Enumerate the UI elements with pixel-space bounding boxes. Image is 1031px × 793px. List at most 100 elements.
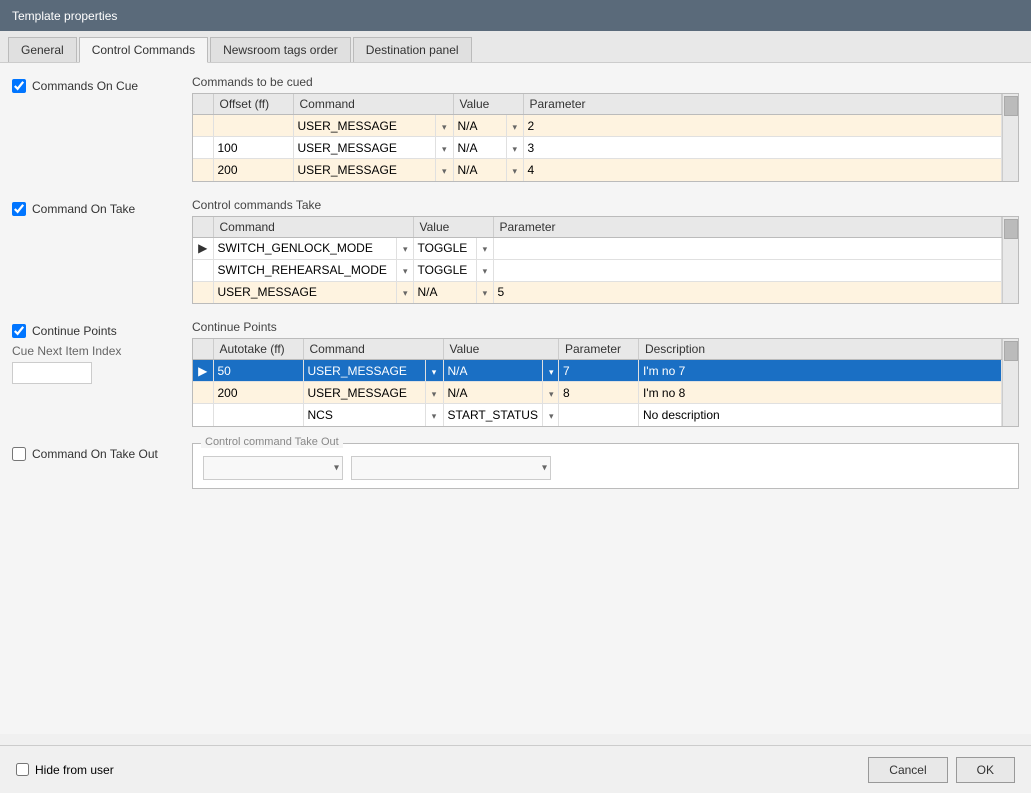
command-on-take-scrollbar[interactable] bbox=[1002, 217, 1018, 304]
col-indicator-take bbox=[193, 217, 213, 238]
cell-parameter[interactable]: 2 bbox=[523, 115, 1002, 137]
cell-description[interactable]: I'm no 8 bbox=[638, 382, 1001, 404]
row-indicator bbox=[193, 115, 213, 137]
cue-next-item-label: Cue Next Item Index bbox=[12, 344, 192, 358]
cell-parameter[interactable]: 7 bbox=[558, 360, 638, 382]
scrollbar-thumb bbox=[1004, 96, 1018, 116]
col-autotake-cp: Autotake (ff) bbox=[213, 339, 303, 360]
cell-offset bbox=[213, 115, 293, 137]
take-out-select-wrapper-2 bbox=[351, 456, 551, 480]
take-out-row bbox=[203, 456, 1008, 480]
cell-parameter[interactable]: 3 bbox=[523, 137, 1002, 159]
commands-on-cue-checkbox-label[interactable]: Commands On Cue bbox=[12, 79, 192, 93]
cell-value-chevron[interactable]: ▾ bbox=[506, 159, 523, 181]
command-on-take-checkbox[interactable] bbox=[12, 202, 26, 216]
cell-autotake: 50 bbox=[213, 360, 303, 382]
commands-on-cue-right: Commands to be cued Offset (ff) Command … bbox=[192, 75, 1019, 182]
cell-command-chevron[interactable]: ▾ bbox=[397, 259, 413, 281]
commands-on-cue-title: Commands to be cued bbox=[192, 75, 1019, 89]
command-on-take-out-right: Control command Take Out bbox=[192, 443, 1019, 489]
command-on-take-checkbox-label[interactable]: Command On Take bbox=[12, 202, 192, 216]
cell-command: SWITCH_GENLOCK_MODE bbox=[213, 237, 397, 259]
row-indicator bbox=[193, 382, 213, 404]
command-on-take-table-wrapper: Command Value Parameter ▶ SWITCH_GENLOCK… bbox=[193, 217, 1018, 304]
cell-parameter[interactable]: 4 bbox=[523, 159, 1002, 181]
continue-points-section: Continue Points Cue Next Item Index Cont… bbox=[12, 320, 1019, 427]
table-row: USER_MESSAGE ▾ N/A ▾ 2 bbox=[193, 115, 1002, 137]
cell-command: USER_MESSAGE bbox=[303, 382, 425, 404]
col-offset-cue: Offset (ff) bbox=[213, 94, 293, 115]
scrollbar-thumb bbox=[1004, 219, 1018, 239]
cell-parameter[interactable]: 8 bbox=[558, 382, 638, 404]
tab-general[interactable]: General bbox=[8, 37, 77, 62]
commands-on-cue-checkbox[interactable] bbox=[12, 79, 26, 93]
cell-command-chevron[interactable]: ▾ bbox=[425, 404, 443, 426]
commands-on-cue-table: Offset (ff) Command Value Parameter bbox=[193, 94, 1002, 181]
cell-command: USER_MESSAGE bbox=[213, 281, 397, 303]
cell-parameter[interactable]: 5 bbox=[493, 281, 1002, 303]
cell-command-chevron[interactable]: ▾ bbox=[397, 281, 413, 303]
cell-value: N/A bbox=[443, 360, 542, 382]
cell-value-chevron[interactable]: ▾ bbox=[476, 259, 493, 281]
row-indicator bbox=[193, 404, 213, 426]
cell-parameter[interactable] bbox=[558, 404, 638, 426]
footer-bar: Hide from user Cancel OK bbox=[0, 745, 1031, 793]
cell-value: N/A bbox=[413, 281, 476, 303]
cell-command-chevron[interactable]: ▾ bbox=[435, 137, 453, 159]
cell-command-chevron[interactable]: ▾ bbox=[397, 237, 413, 259]
cell-offset: 200 bbox=[213, 159, 293, 181]
tab-newsroom-tags-order[interactable]: Newsroom tags order bbox=[210, 37, 351, 62]
cell-value-chevron[interactable]: ▾ bbox=[542, 360, 558, 382]
table-row: ▶ SWITCH_GENLOCK_MODE ▾ TOGGLE ▾ bbox=[193, 237, 1002, 259]
cell-value-chevron[interactable]: ▾ bbox=[542, 404, 558, 426]
cell-value: N/A bbox=[443, 382, 542, 404]
continue-points-checkbox[interactable] bbox=[12, 324, 26, 338]
cell-parameter[interactable] bbox=[493, 259, 1002, 281]
command-on-take-out-checkbox-label[interactable]: Command On Take Out bbox=[12, 447, 192, 461]
col-indicator-cue bbox=[193, 94, 213, 115]
command-on-take-out-checkbox[interactable] bbox=[12, 447, 26, 461]
cell-command-chevron[interactable]: ▾ bbox=[435, 159, 453, 181]
cell-command-chevron[interactable]: ▾ bbox=[435, 115, 453, 137]
cell-value-chevron[interactable]: ▾ bbox=[542, 382, 558, 404]
col-command-take: Command bbox=[213, 217, 413, 238]
col-indicator-cp bbox=[193, 339, 213, 360]
cell-offset: 100 bbox=[213, 137, 293, 159]
cancel-button[interactable]: Cancel bbox=[868, 757, 947, 783]
row-indicator bbox=[193, 259, 213, 281]
hide-from-user-label[interactable]: Hide from user bbox=[35, 763, 114, 777]
table-row: ▶ 50 USER_MESSAGE ▾ N/A ▾ 7 I'm no 7 bbox=[193, 360, 1002, 382]
tab-destination-panel[interactable]: Destination panel bbox=[353, 37, 472, 62]
continue-points-table: Autotake (ff) Command Value Parameter De… bbox=[193, 339, 1002, 426]
cell-autotake: 200 bbox=[213, 382, 303, 404]
col-command-cue: Command bbox=[293, 94, 453, 115]
ok-button[interactable]: OK bbox=[956, 757, 1015, 783]
command-on-take-right: Control commands Take Command Value Para… bbox=[192, 198, 1019, 305]
hide-from-user-checkbox[interactable] bbox=[16, 763, 29, 776]
cell-value-chevron[interactable]: ▾ bbox=[476, 281, 493, 303]
cell-command-chevron[interactable]: ▾ bbox=[425, 360, 443, 382]
cell-value: TOGGLE bbox=[413, 237, 476, 259]
commands-on-cue-section: Commands On Cue Commands to be cued Offs… bbox=[12, 75, 1019, 182]
row-indicator bbox=[193, 281, 213, 303]
cell-description[interactable]: I'm no 7 bbox=[638, 360, 1001, 382]
continue-points-scrollbar[interactable] bbox=[1002, 339, 1018, 426]
cell-value-chevron[interactable]: ▾ bbox=[506, 115, 523, 137]
continue-points-checkbox-label[interactable]: Continue Points bbox=[12, 324, 192, 338]
cell-description[interactable]: No description bbox=[638, 404, 1001, 426]
col-parameter-cp: Parameter bbox=[558, 339, 638, 360]
commands-on-cue-scrollbar[interactable] bbox=[1002, 94, 1018, 181]
tab-control-commands[interactable]: Control Commands bbox=[79, 37, 208, 63]
command-on-take-title: Control commands Take bbox=[192, 198, 1019, 212]
continue-points-title: Continue Points bbox=[192, 320, 1019, 334]
cue-next-item-input[interactable] bbox=[12, 362, 92, 384]
cell-parameter[interactable] bbox=[493, 237, 1002, 259]
cell-value-chevron[interactable]: ▾ bbox=[476, 237, 493, 259]
cell-command: USER_MESSAGE bbox=[293, 115, 435, 137]
take-out-dropdown-1[interactable] bbox=[203, 456, 343, 480]
row-indicator bbox=[193, 159, 213, 181]
take-out-dropdown-2[interactable] bbox=[351, 456, 551, 480]
cell-value-chevron[interactable]: ▾ bbox=[506, 137, 523, 159]
col-value-cue: Value bbox=[453, 94, 523, 115]
cell-command-chevron[interactable]: ▾ bbox=[425, 382, 443, 404]
